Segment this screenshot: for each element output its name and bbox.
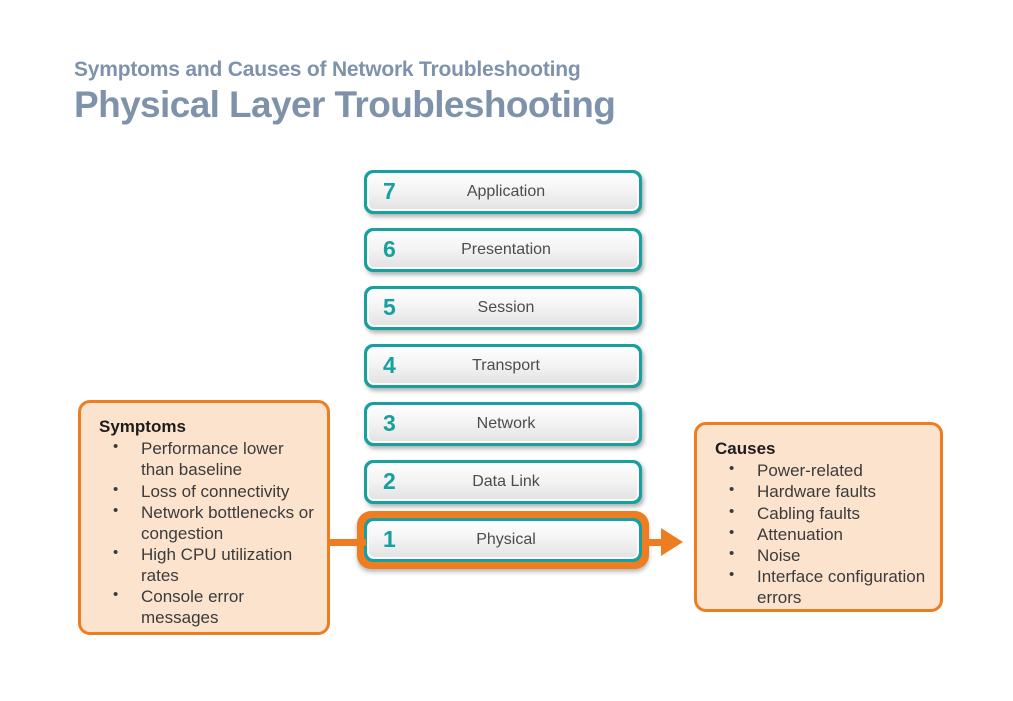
- layer-inner: 6 Presentation: [367, 231, 639, 269]
- layer-number: 7: [383, 178, 396, 205]
- osi-layer-stack: 7 Application 6 Presentation 5 Session 4…: [357, 170, 649, 569]
- layer-inner: 3 Network: [367, 405, 639, 443]
- layer-inner: 5 Session: [367, 289, 639, 327]
- causes-list: Power-related Hardware faults Cabling fa…: [715, 460, 928, 608]
- list-item: Performance lower than baseline: [99, 438, 315, 480]
- layer-number: 2: [383, 468, 396, 495]
- slide-subtitle: Symptoms and Causes of Network Troublesh…: [74, 58, 581, 81]
- layer-name: Session: [477, 299, 535, 316]
- osi-layer-1-physical-highlighted[interactable]: 1 Physical: [357, 511, 649, 569]
- layer-name: Physical: [476, 531, 536, 548]
- osi-layer-5[interactable]: 5 Session: [364, 286, 642, 330]
- page-title: Physical Layer Troubleshooting: [74, 84, 616, 125]
- layer-inner: 7 Application: [367, 173, 639, 211]
- list-item: Interface configuration errors: [715, 566, 928, 608]
- symptoms-to-physical-connector: [328, 539, 366, 546]
- layer-box: 5 Session: [364, 286, 642, 330]
- layer-number: 1: [383, 526, 396, 553]
- list-item: Cabling faults: [715, 503, 928, 524]
- symptoms-panel: Symptoms Performance lower than baseline…: [78, 400, 330, 635]
- layer-box: 6 Presentation: [364, 228, 642, 272]
- layer-box: 2 Data Link: [364, 460, 642, 504]
- causes-panel: Causes Power-related Hardware faults Cab…: [694, 422, 943, 612]
- list-item: Attenuation: [715, 524, 928, 545]
- layer-name: Data Link: [472, 473, 540, 490]
- layer-number: 6: [383, 236, 396, 263]
- layer-box: 1 Physical: [364, 518, 642, 562]
- causes-title: Causes: [715, 439, 776, 458]
- layer-box: 3 Network: [364, 402, 642, 446]
- symptoms-list: Performance lower than baseline Loss of …: [99, 438, 315, 628]
- arrow-right-icon: [661, 528, 683, 556]
- list-item: High CPU utilization rates: [99, 544, 315, 586]
- list-item: Hardware faults: [715, 481, 928, 502]
- layer-name: Transport: [472, 357, 540, 374]
- osi-layer-4[interactable]: 4 Transport: [364, 344, 642, 388]
- layer-inner: 4 Transport: [367, 347, 639, 385]
- list-item: Power-related: [715, 460, 928, 481]
- osi-layer-6[interactable]: 6 Presentation: [364, 228, 642, 272]
- layer-name: Network: [476, 415, 536, 432]
- list-item: Loss of connectivity: [99, 481, 315, 502]
- layer-number: 5: [383, 294, 396, 321]
- layer-box: 4 Transport: [364, 344, 642, 388]
- layer-number: 4: [383, 352, 396, 379]
- symptoms-title: Symptoms: [99, 417, 186, 436]
- osi-layer-7[interactable]: 7 Application: [364, 170, 642, 214]
- layer-name: Presentation: [461, 241, 551, 258]
- osi-layer-3[interactable]: 3 Network: [364, 402, 642, 446]
- layer-number: 3: [383, 410, 396, 437]
- list-item: Network bottlenecks or congestion: [99, 502, 315, 544]
- layer-inner: 2 Data Link: [367, 463, 639, 501]
- layer-name: Application: [466, 183, 546, 200]
- list-item: Console error messages: [99, 586, 315, 628]
- layer-box: 7 Application: [364, 170, 642, 214]
- osi-layer-2[interactable]: 2 Data Link: [364, 460, 642, 504]
- slide-canvas: Symptoms and Causes of Network Troublesh…: [0, 0, 1013, 701]
- list-item: Noise: [715, 545, 928, 566]
- layer-inner: 1 Physical: [367, 521, 639, 559]
